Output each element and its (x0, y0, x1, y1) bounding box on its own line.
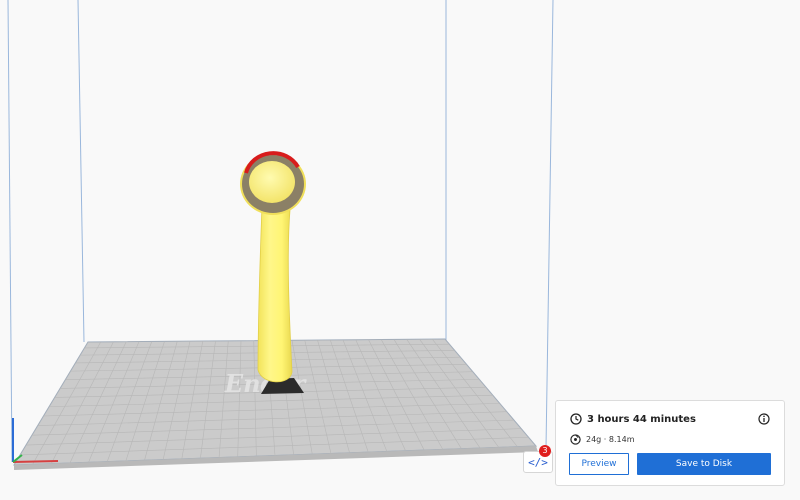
preview-button[interactable]: Preview (569, 453, 629, 475)
print-time-row: 3 hours 44 minutes (570, 413, 696, 425)
material-row: 24g · 8.14m (570, 434, 635, 445)
info-icon[interactable] (758, 413, 770, 425)
code-icon: </> (528, 455, 548, 469)
clock-icon (570, 413, 582, 425)
save-to-disk-button[interactable]: Save to Disk (637, 453, 771, 475)
print-time-label: 3 hours 44 minutes (587, 413, 696, 425)
print-summary-panel: 3 hours 44 minutes 24g · 8.14m Preview S… (555, 400, 785, 486)
material-usage-label: 24g · 8.14m (586, 435, 635, 444)
notification-badge: 3 (539, 445, 551, 457)
spool-icon (570, 434, 581, 445)
